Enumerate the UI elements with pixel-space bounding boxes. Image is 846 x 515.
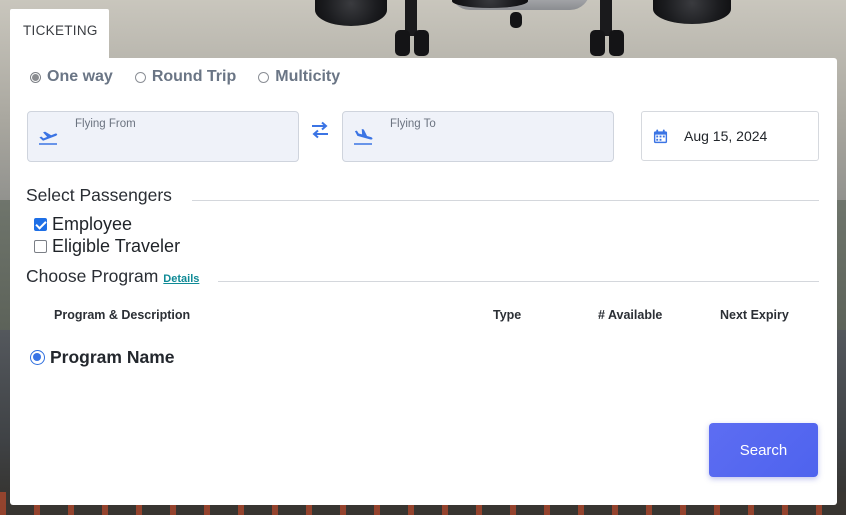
trip-type-group: One way Round Trip Multicity: [30, 68, 362, 86]
column-header-program: Program & Description: [54, 308, 191, 322]
departure-date-value: Aug 15, 2024: [684, 128, 768, 144]
passengers-divider: [192, 200, 819, 201]
flying-to-label: Flying To: [390, 118, 436, 130]
program-row[interactable]: Program Name: [30, 347, 175, 368]
passenger-option-eligible-traveler[interactable]: Eligible Traveler: [34, 236, 180, 257]
column-header-next-expiry: Next Expiry: [720, 308, 789, 322]
one-way-radio[interactable]: [30, 71, 41, 83]
trip-type-label: Round Trip: [151, 68, 237, 85]
trip-type-one-way[interactable]: One way: [30, 68, 113, 86]
departure-date-field[interactable]: Aug 15, 2024: [641, 111, 819, 161]
trip-type-round-trip[interactable]: Round Trip: [134, 68, 237, 86]
flying-from-field[interactable]: Flying From: [27, 111, 299, 162]
passenger-option-label: Employee: [52, 214, 133, 234]
program-radio[interactable]: [30, 350, 45, 365]
ticketing-form-card: One way Round Trip Multicity Flying From…: [10, 58, 837, 505]
column-header-available: # Available: [598, 308, 663, 322]
passenger-option-label: Eligible Traveler: [52, 236, 181, 256]
program-divider: [218, 281, 819, 282]
column-header-type: Type: [493, 308, 522, 322]
plane-arrival-icon: [354, 128, 373, 145]
trip-type-multicity[interactable]: Multicity: [258, 68, 340, 86]
round-trip-radio[interactable]: [134, 71, 146, 83]
flying-from-label: Flying From: [75, 118, 136, 130]
select-passengers-heading: Select Passengers: [26, 185, 172, 205]
plane-departure-icon: [39, 131, 58, 145]
tab-ticketing[interactable]: TICKETING: [10, 9, 109, 59]
flying-to-field[interactable]: Flying To: [342, 111, 614, 162]
program-name: Program Name: [50, 347, 175, 367]
trip-type-label: Multicity: [275, 68, 341, 85]
swap-arrows-icon[interactable]: [310, 120, 330, 140]
trip-type-label: One way: [47, 68, 113, 85]
employee-checkbox[interactable]: [34, 218, 47, 231]
multicity-radio[interactable]: [258, 71, 270, 83]
search-button[interactable]: Search: [709, 423, 818, 477]
calendar-icon: [653, 128, 668, 143]
choose-program-title: Choose Program: [26, 266, 159, 286]
passenger-option-employee[interactable]: Employee: [34, 214, 132, 235]
tab-ticketing-label: TICKETING: [23, 23, 98, 38]
choose-program-heading: Choose Program Details: [26, 266, 199, 287]
program-details-link[interactable]: Details: [163, 273, 199, 285]
eligible-traveler-checkbox[interactable]: [34, 240, 47, 253]
